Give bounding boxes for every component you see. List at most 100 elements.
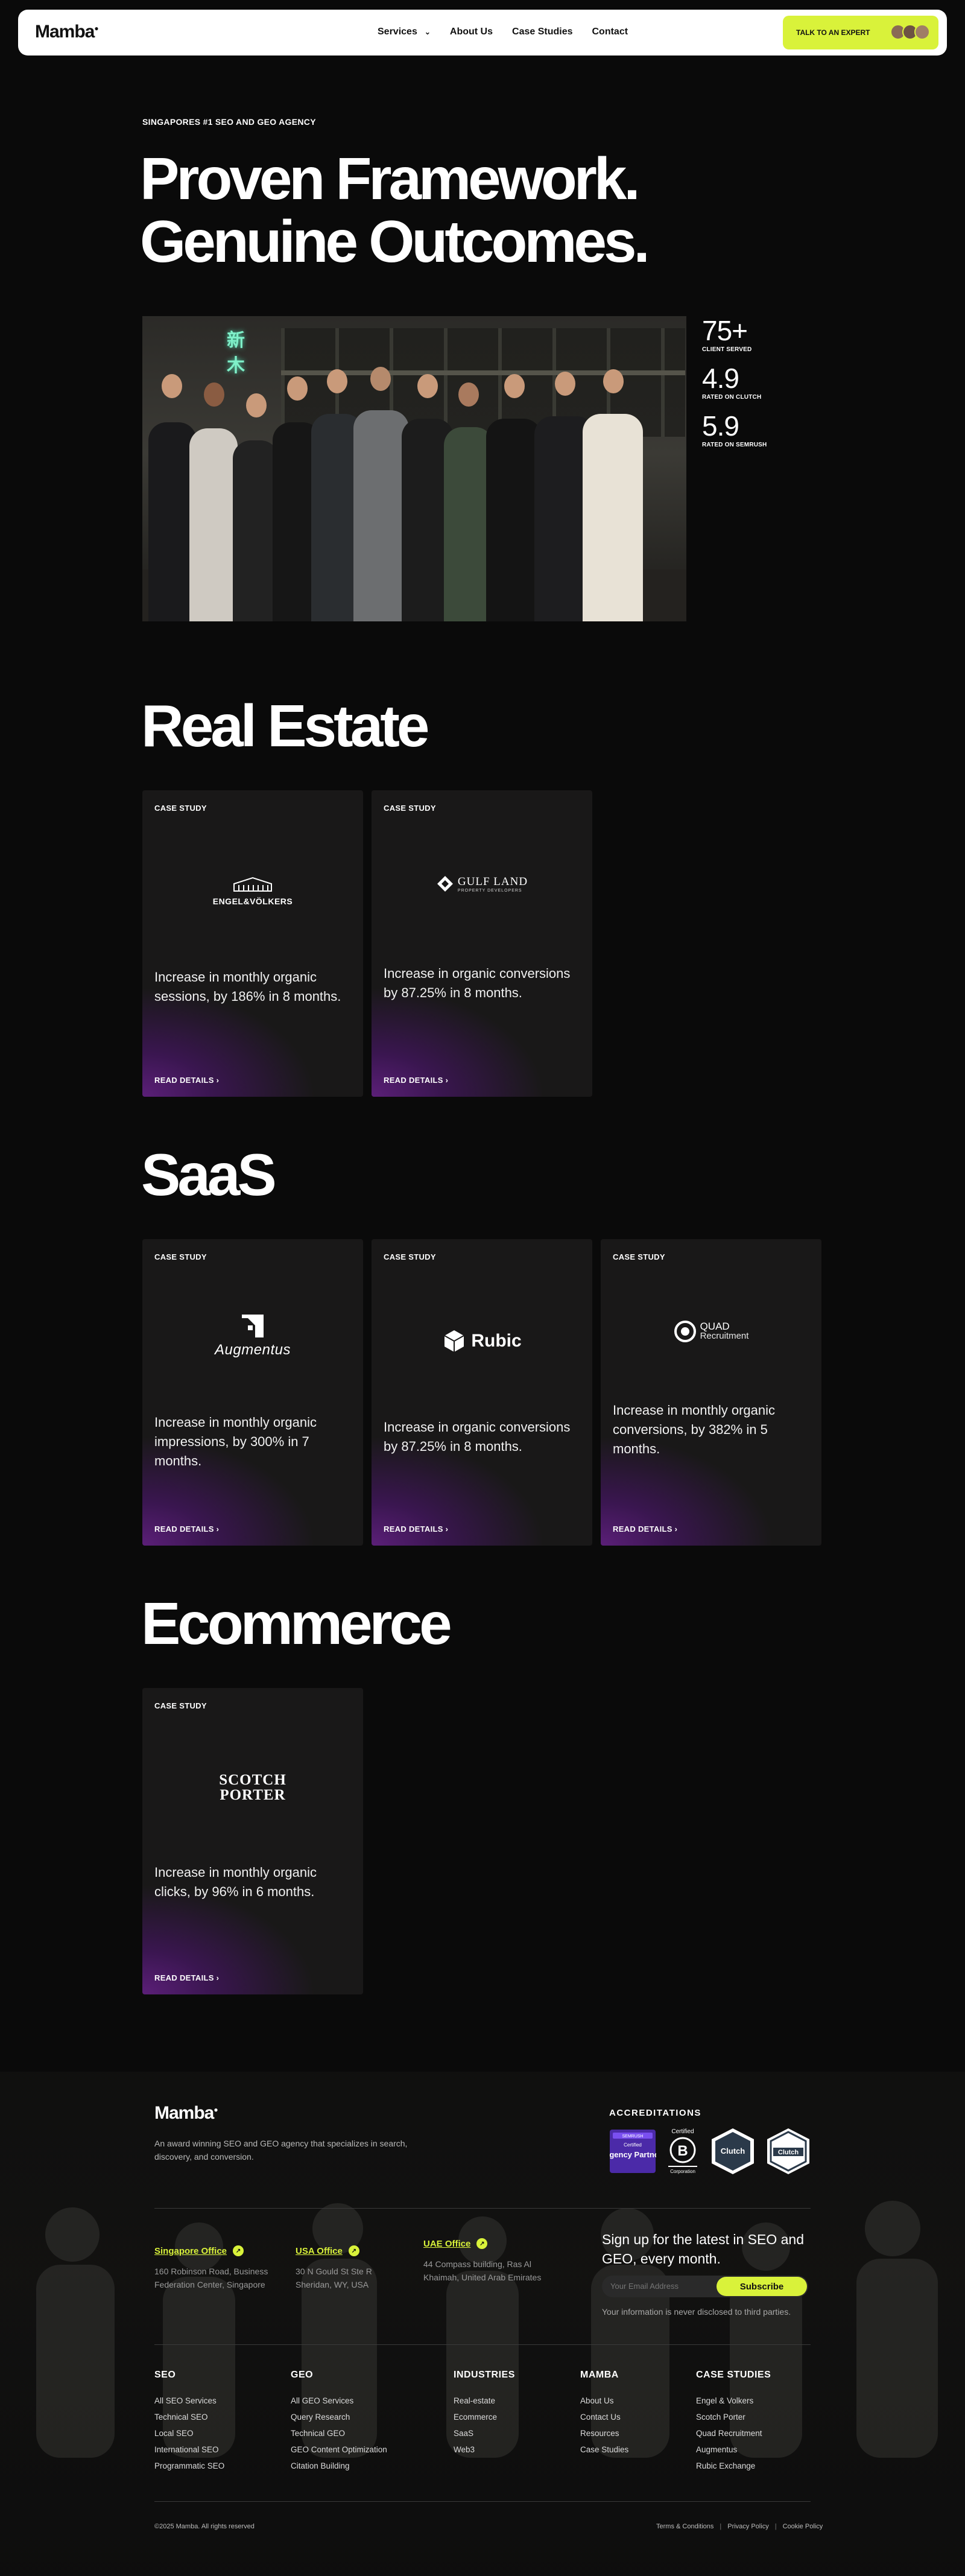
footer-link[interactable]: Ecommerce xyxy=(454,2409,515,2425)
person-head xyxy=(162,374,182,398)
footer-link[interactable]: Rubic Exchange xyxy=(696,2458,771,2474)
stat-value: 5.9 xyxy=(702,410,739,442)
card-eyebrow: CASE STUDY xyxy=(384,1252,436,1261)
chevron-right-icon: › xyxy=(216,1076,220,1085)
accreditation-badges: SEMRUSH Certified Agency Partner Certifi… xyxy=(609,2127,812,2175)
footer-link[interactable]: Technical SEO xyxy=(154,2409,224,2425)
footer-logo[interactable]: Mamba● xyxy=(154,2103,218,2124)
subscribe-button[interactable]: Subscribe xyxy=(717,2277,807,2296)
copyright: ©2025 Mamba. All rights reserved xyxy=(154,2523,255,2530)
person-head xyxy=(417,374,438,398)
nav-contact[interactable]: Contact xyxy=(592,27,628,37)
card-eyebrow: CASE STUDY xyxy=(613,1252,665,1261)
footer-link[interactable]: All GEO Services xyxy=(291,2393,387,2409)
footer-link[interactable]: Local SEO xyxy=(154,2425,224,2441)
cookie-link[interactable]: Cookie Policy xyxy=(783,2523,823,2530)
case-study-card-engel-volkers[interactable]: CASE STUDY ENGEL&VÖLKERS Increase in mon… xyxy=(142,790,363,1097)
footer-link[interactable]: Web3 xyxy=(454,2441,515,2458)
read-details-link[interactable]: READ DETAILS › xyxy=(154,1524,219,1534)
semrush-agency-partner-badge: SEMRUSH Certified Agency Partner xyxy=(609,2130,656,2173)
logo-text: SCOTCH PORTER xyxy=(219,1772,286,1803)
separator: | xyxy=(774,2523,777,2530)
card-result-text: Increase in organic conversions by 87.25… xyxy=(384,966,571,1000)
quad-recruitment-logo: QUAD Recruitment xyxy=(601,1310,821,1353)
footer-link[interactable]: Contact Us xyxy=(580,2409,628,2425)
card-result-text: Increase in monthly organic impressions,… xyxy=(154,1415,317,1468)
chevron-right-icon: › xyxy=(674,1524,678,1534)
person-figure xyxy=(233,440,279,621)
footer-link[interactable]: Engel & Volkers xyxy=(696,2393,771,2409)
top-nav: Mamba● Services ⌄ About Us Case Studies C… xyxy=(18,10,947,56)
footer-link[interactable]: About Us xyxy=(580,2393,628,2409)
badge-text: Certified xyxy=(624,2142,642,2148)
footer-column-title: CASE STUDIES xyxy=(696,2370,771,2380)
terms-link[interactable]: Terms & Conditions xyxy=(656,2523,713,2530)
privacy-link[interactable]: Privacy Policy xyxy=(727,2523,768,2530)
mamba-logo[interactable]: Mamba● xyxy=(35,22,99,42)
engel-volkers-logo: ENGEL&VÖLKERS xyxy=(142,870,363,912)
stat-label: CLIENT SERVED xyxy=(702,346,752,353)
badge-text: SEMRUSH xyxy=(622,2134,643,2139)
chevron-right-icon: › xyxy=(445,1524,449,1534)
footer-link[interactable]: Augmentus xyxy=(696,2441,771,2458)
badge-text: Corporation xyxy=(670,2169,695,2174)
footer-link[interactable]: Programmatic SEO xyxy=(154,2458,224,2474)
footer-link[interactable]: International SEO xyxy=(154,2441,224,2458)
team-photo: 新木 xyxy=(142,316,686,621)
email-input[interactable] xyxy=(610,2282,719,2291)
office-usa: USA Office ↗ 30 N Gould St Ste R Sheridan… xyxy=(296,2245,392,2291)
newsletter-note: Your information is never disclosed to t… xyxy=(602,2307,791,2317)
office-address: 44 Compass building, Ras Al Khaimah, Uni… xyxy=(423,2259,542,2282)
card-eyebrow: CASE STUDY xyxy=(154,804,207,813)
clutch-badge: Clutch xyxy=(767,2128,809,2174)
person-head xyxy=(246,393,267,417)
neon-sign: 新木 xyxy=(227,331,245,376)
nav-about-us[interactable]: About Us xyxy=(450,27,493,37)
expert-avatars xyxy=(890,24,930,40)
talk-to-expert-button[interactable]: TALK TO AN EXPERT xyxy=(783,16,938,49)
footer-link[interactable]: Real-estate xyxy=(454,2393,515,2409)
case-study-card-scotch-porter[interactable]: CASE STUDY SCOTCH PORTER Increase in mon… xyxy=(142,1688,363,1994)
office-link[interactable]: USA Office ↗ xyxy=(296,2245,392,2256)
augmentus-mark-icon xyxy=(242,1314,264,1337)
footer-link[interactable]: Resources xyxy=(580,2425,628,2441)
chevron-right-icon: › xyxy=(216,1524,220,1534)
footer-column-mamba: MAMBA About Us Contact Us Resources Case… xyxy=(580,2370,628,2458)
logo-text: Augmentus xyxy=(215,1341,291,1358)
person-figure xyxy=(353,410,409,621)
read-details-link[interactable]: READ DETAILS › xyxy=(154,1076,219,1085)
case-study-card-augmentus[interactable]: CASE STUDY Augmentus Increase in monthly… xyxy=(142,1239,363,1546)
stat-label: RATED ON CLUTCH xyxy=(702,394,762,401)
nav-case-studies[interactable]: Case Studies xyxy=(512,27,572,37)
footer-link[interactable]: Quad Recruitment xyxy=(696,2425,771,2441)
footer-link[interactable]: Query Research xyxy=(291,2409,387,2425)
newsletter-form: Subscribe xyxy=(602,2276,808,2297)
office-link[interactable]: Singapore Office ↗ xyxy=(154,2245,287,2256)
footer-divider xyxy=(154,2501,811,2502)
read-details-link[interactable]: READ DETAILS › xyxy=(154,1973,219,1982)
case-study-card-quad[interactable]: CASE STUDY QUAD Recruitment Increase in … xyxy=(601,1239,821,1546)
footer-link[interactable]: Citation Building xyxy=(291,2458,387,2474)
footer-link[interactable]: Technical GEO xyxy=(291,2425,387,2441)
footer-link[interactable]: GEO Content Optimization xyxy=(291,2441,387,2458)
nav-services[interactable]: Services ⌄ xyxy=(378,27,431,37)
case-study-card-gulf-land[interactable]: CASE STUDY GULF LAND PROPERTY DEVELOPERS… xyxy=(372,790,592,1097)
footer-link[interactable]: All SEO Services xyxy=(154,2393,224,2409)
footer-link[interactable]: Scotch Porter xyxy=(696,2409,771,2425)
footer-link[interactable]: Case Studies xyxy=(580,2441,628,2458)
stat-clients: 75+ CLIENT SERVED xyxy=(702,316,767,353)
read-details-link[interactable]: READ DETAILS › xyxy=(613,1524,677,1534)
case-study-card-rubic[interactable]: CASE STUDY Rubic Increase in organic con… xyxy=(372,1239,592,1546)
footer-link[interactable]: SaaS xyxy=(454,2425,515,2441)
section-title-saas: SaaS xyxy=(141,1141,277,1208)
person-figure xyxy=(486,419,542,621)
person-head xyxy=(458,382,479,407)
office-uae: UAE Office ↗ 44 Compass building, Ras Al … xyxy=(423,2238,544,2284)
badge-text: Clutch xyxy=(778,2149,799,2156)
read-details-link[interactable]: READ DETAILS › xyxy=(384,1524,448,1534)
read-details-link[interactable]: READ DETAILS › xyxy=(384,1076,448,1085)
office-link[interactable]: UAE Office ↗ xyxy=(423,2238,544,2249)
card-result-text: Increase in monthly organic clicks, by 9… xyxy=(154,1865,317,1899)
footer-column-case-studies: CASE STUDIES Engel & Volkers Scotch Port… xyxy=(696,2370,771,2474)
chevron-right-icon: › xyxy=(216,1973,220,1982)
